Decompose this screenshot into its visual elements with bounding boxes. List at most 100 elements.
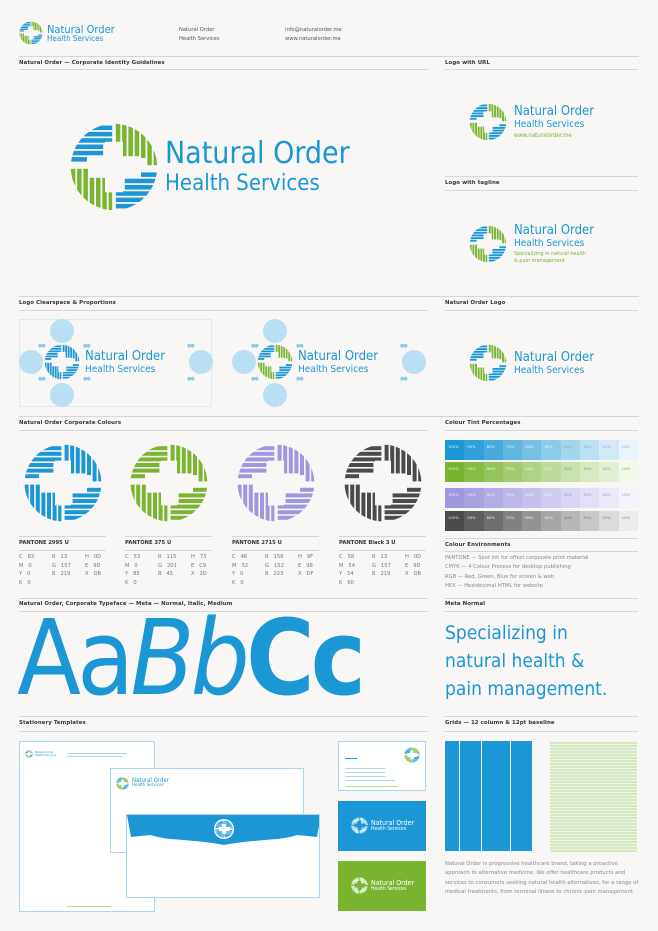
clearspace-logo-mono: Natural Order Health Services <box>44 344 165 380</box>
logo-subname: Health Services <box>371 825 407 832</box>
baseline-line <box>550 775 637 777</box>
baseline-line <box>550 817 637 819</box>
baseline-line <box>550 841 637 843</box>
baseline-line <box>550 754 637 756</box>
tint-swatch: 90% <box>464 462 484 482</box>
meta-sample-line: natural health & <box>445 650 585 672</box>
clearspace-logo-colour: Natural Order Health Services <box>257 344 378 380</box>
logo-with-tagline: Natural Order Health Services Specializi… <box>469 224 594 264</box>
header-company-line2: Health Services <box>179 36 220 42</box>
tint-swatch: 90% <box>464 511 484 531</box>
baseline-line <box>550 784 637 786</box>
pantone-value-y: Y 85 <box>125 571 140 578</box>
baseline-line <box>550 829 637 831</box>
specimen-normal: Aa <box>17 597 134 719</box>
baseline-line <box>550 757 637 759</box>
pantone-value-y: Y 0 <box>19 571 31 578</box>
grid-column <box>518 741 525 851</box>
tint-swatch: 30% <box>580 488 600 508</box>
baseline-line <box>550 850 637 852</box>
section-title-logo-tagline: Logo with tagline <box>445 180 500 186</box>
grid-column <box>452 741 460 851</box>
logo-name: Natural Order <box>514 104 595 119</box>
section-title-logo-url: Logo with URL <box>445 60 490 66</box>
logo-mark-icon <box>25 750 33 758</box>
baseline-line <box>550 787 637 789</box>
baseline-line <box>550 823 637 825</box>
tint-swatch: 10% <box>618 440 638 460</box>
logo-name: Natural Order <box>85 348 166 364</box>
pantone-name: PANTONE Black 3 U <box>339 540 396 546</box>
pantone-value-c: C 83 <box>19 554 35 560</box>
pantone-value-e: E 9D <box>405 562 421 569</box>
tint-swatch: 80% <box>483 488 503 508</box>
grid-column <box>503 741 511 851</box>
tint-swatch: 50% <box>541 440 561 460</box>
tint-swatch: 60% <box>522 440 542 460</box>
baseline-line <box>550 802 637 804</box>
baseline-line <box>550 838 637 840</box>
blue-logo-mark-icon <box>23 443 103 523</box>
pantone-value-b: B 219 <box>52 571 71 578</box>
logo-mark-icon <box>44 344 80 380</box>
pantone-name: PANTONE 2715 U <box>232 540 282 546</box>
section-title-tint-percentages: Colour Tint Percentages <box>445 420 521 426</box>
tint-swatch: 40% <box>560 511 581 531</box>
tint-swatch: 40% <box>560 462 581 482</box>
logo-mark-icon <box>69 122 159 212</box>
tint-swatch: 70% <box>502 440 523 460</box>
logo-tagline-line1: Specializing in natural health <box>514 251 587 257</box>
pantone-value-x: X DB <box>85 571 102 578</box>
logo-subname: Health Services <box>165 171 320 196</box>
logo-tagline-line2: & pain management <box>514 257 565 264</box>
meta-normal-sample: Specializing in natural health & pain ma… <box>445 619 607 703</box>
header-email[interactable]: info@naturalorder.me <box>285 26 342 35</box>
baseline-line <box>550 826 637 828</box>
main-logo: Natural Order Health Services <box>69 122 350 212</box>
tint-swatch: 50% <box>541 462 561 482</box>
tint-swatch: 100% <box>445 511 465 531</box>
natural-order-logo: Natural Order Health Services <box>469 344 594 382</box>
logo-subname: Health Services <box>514 238 585 249</box>
pantone-value-b: B 219 <box>372 571 391 578</box>
logo-mark-icon <box>469 103 507 141</box>
pantone-value-y: Y 54 <box>339 571 354 578</box>
pantone-value-h: H 9F <box>298 554 314 560</box>
baseline-line <box>550 790 637 792</box>
logo-mark-icon <box>351 817 368 834</box>
tint-swatch: 50% <box>541 488 561 508</box>
grid-column <box>496 741 504 851</box>
tint-swatch: 40% <box>560 440 581 460</box>
tint-row-purple: 100% 90% 80% 70% 60% 50% 40% 30% 20% 10% <box>445 488 638 508</box>
clearspace-circle <box>50 383 74 407</box>
clearspace-circle <box>263 319 287 343</box>
logo-name: Natural Order <box>47 22 115 36</box>
pantone-value-m: M 54 <box>339 562 356 569</box>
logo-subname: Health Services <box>514 364 585 376</box>
logo-subname: Health Services <box>514 119 585 130</box>
baseline-line <box>550 847 637 849</box>
tint-swatch: 100% <box>445 462 465 482</box>
logo-name: Natural Order <box>514 349 595 365</box>
logo-name: Natural Order <box>298 348 379 364</box>
pantone-value-b: B 45 <box>158 571 174 578</box>
tint-row-blue: 100% 90% 80% 70% 60% 50% 40% 30% 20% 10% <box>445 440 638 460</box>
logo-subname: Health Services <box>47 33 104 43</box>
tint-swatch: 60% <box>522 488 542 508</box>
pantone-value-c: C 46 <box>232 554 248 560</box>
baseline-line <box>550 772 637 774</box>
pantone-value-g: G 201 <box>158 562 177 569</box>
meta-sample-line: Specializing in <box>445 622 568 644</box>
header-website[interactable]: www.naturalorder.me <box>285 35 342 44</box>
pantone-values: C 46 R 159 H 9F M 32 G 152 E 98 Y 0 B 223 X DF K … <box>232 553 328 587</box>
tint-swatch: 70% <box>502 511 523 531</box>
tint-swatch: 70% <box>502 462 523 482</box>
grid-column <box>481 741 489 851</box>
tint-swatch: 30% <box>580 440 600 460</box>
specimen-medium: Cc <box>245 597 366 719</box>
pantone-values: C 53 R 115 H 73 M 0 G 201 E C9 Y 85 B 45 X 2D K 0 <box>125 553 221 587</box>
header-company: Natural Order Health Services <box>179 26 220 44</box>
baseline-line <box>550 844 637 846</box>
grid-column <box>488 741 496 851</box>
baseline-line <box>550 760 637 762</box>
